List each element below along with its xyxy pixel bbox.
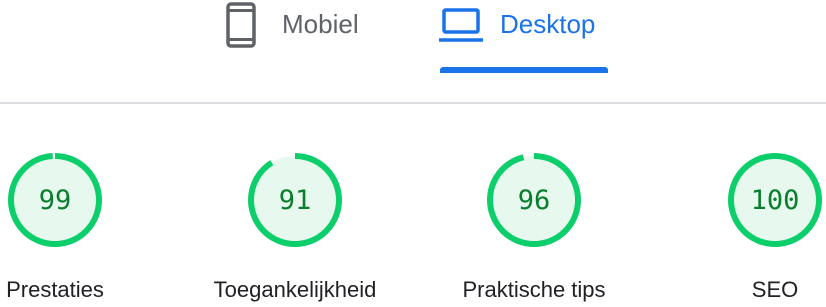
tab-desktop-label: Desktop xyxy=(500,9,596,39)
laptop-icon xyxy=(438,2,484,49)
active-tab-indicator xyxy=(440,67,608,73)
score-gauge-performance[interactable]: 99 xyxy=(7,152,103,248)
score-value: 96 xyxy=(517,184,551,216)
score-label-accessibility: Toegankelijkheid xyxy=(213,277,377,302)
score-label-performance: Prestaties xyxy=(6,277,104,302)
score-value: 100 xyxy=(750,184,800,216)
score-gauge-best-practices[interactable]: 96 xyxy=(486,152,582,248)
score-label-seo: SEO xyxy=(751,277,799,302)
device-tabs: Mobiel Desktop xyxy=(0,0,826,103)
smartphone-icon xyxy=(225,2,257,53)
tab-divider xyxy=(0,102,826,104)
tab-mobile-label: Mobiel xyxy=(282,9,359,39)
score-gauge-seo[interactable]: 100 xyxy=(727,152,823,248)
score-label-best-practices: Praktische tips xyxy=(462,277,606,302)
score-value: 99 xyxy=(38,184,72,216)
score-value: 91 xyxy=(278,184,312,216)
score-gauge-accessibility[interactable]: 91 xyxy=(247,152,343,248)
